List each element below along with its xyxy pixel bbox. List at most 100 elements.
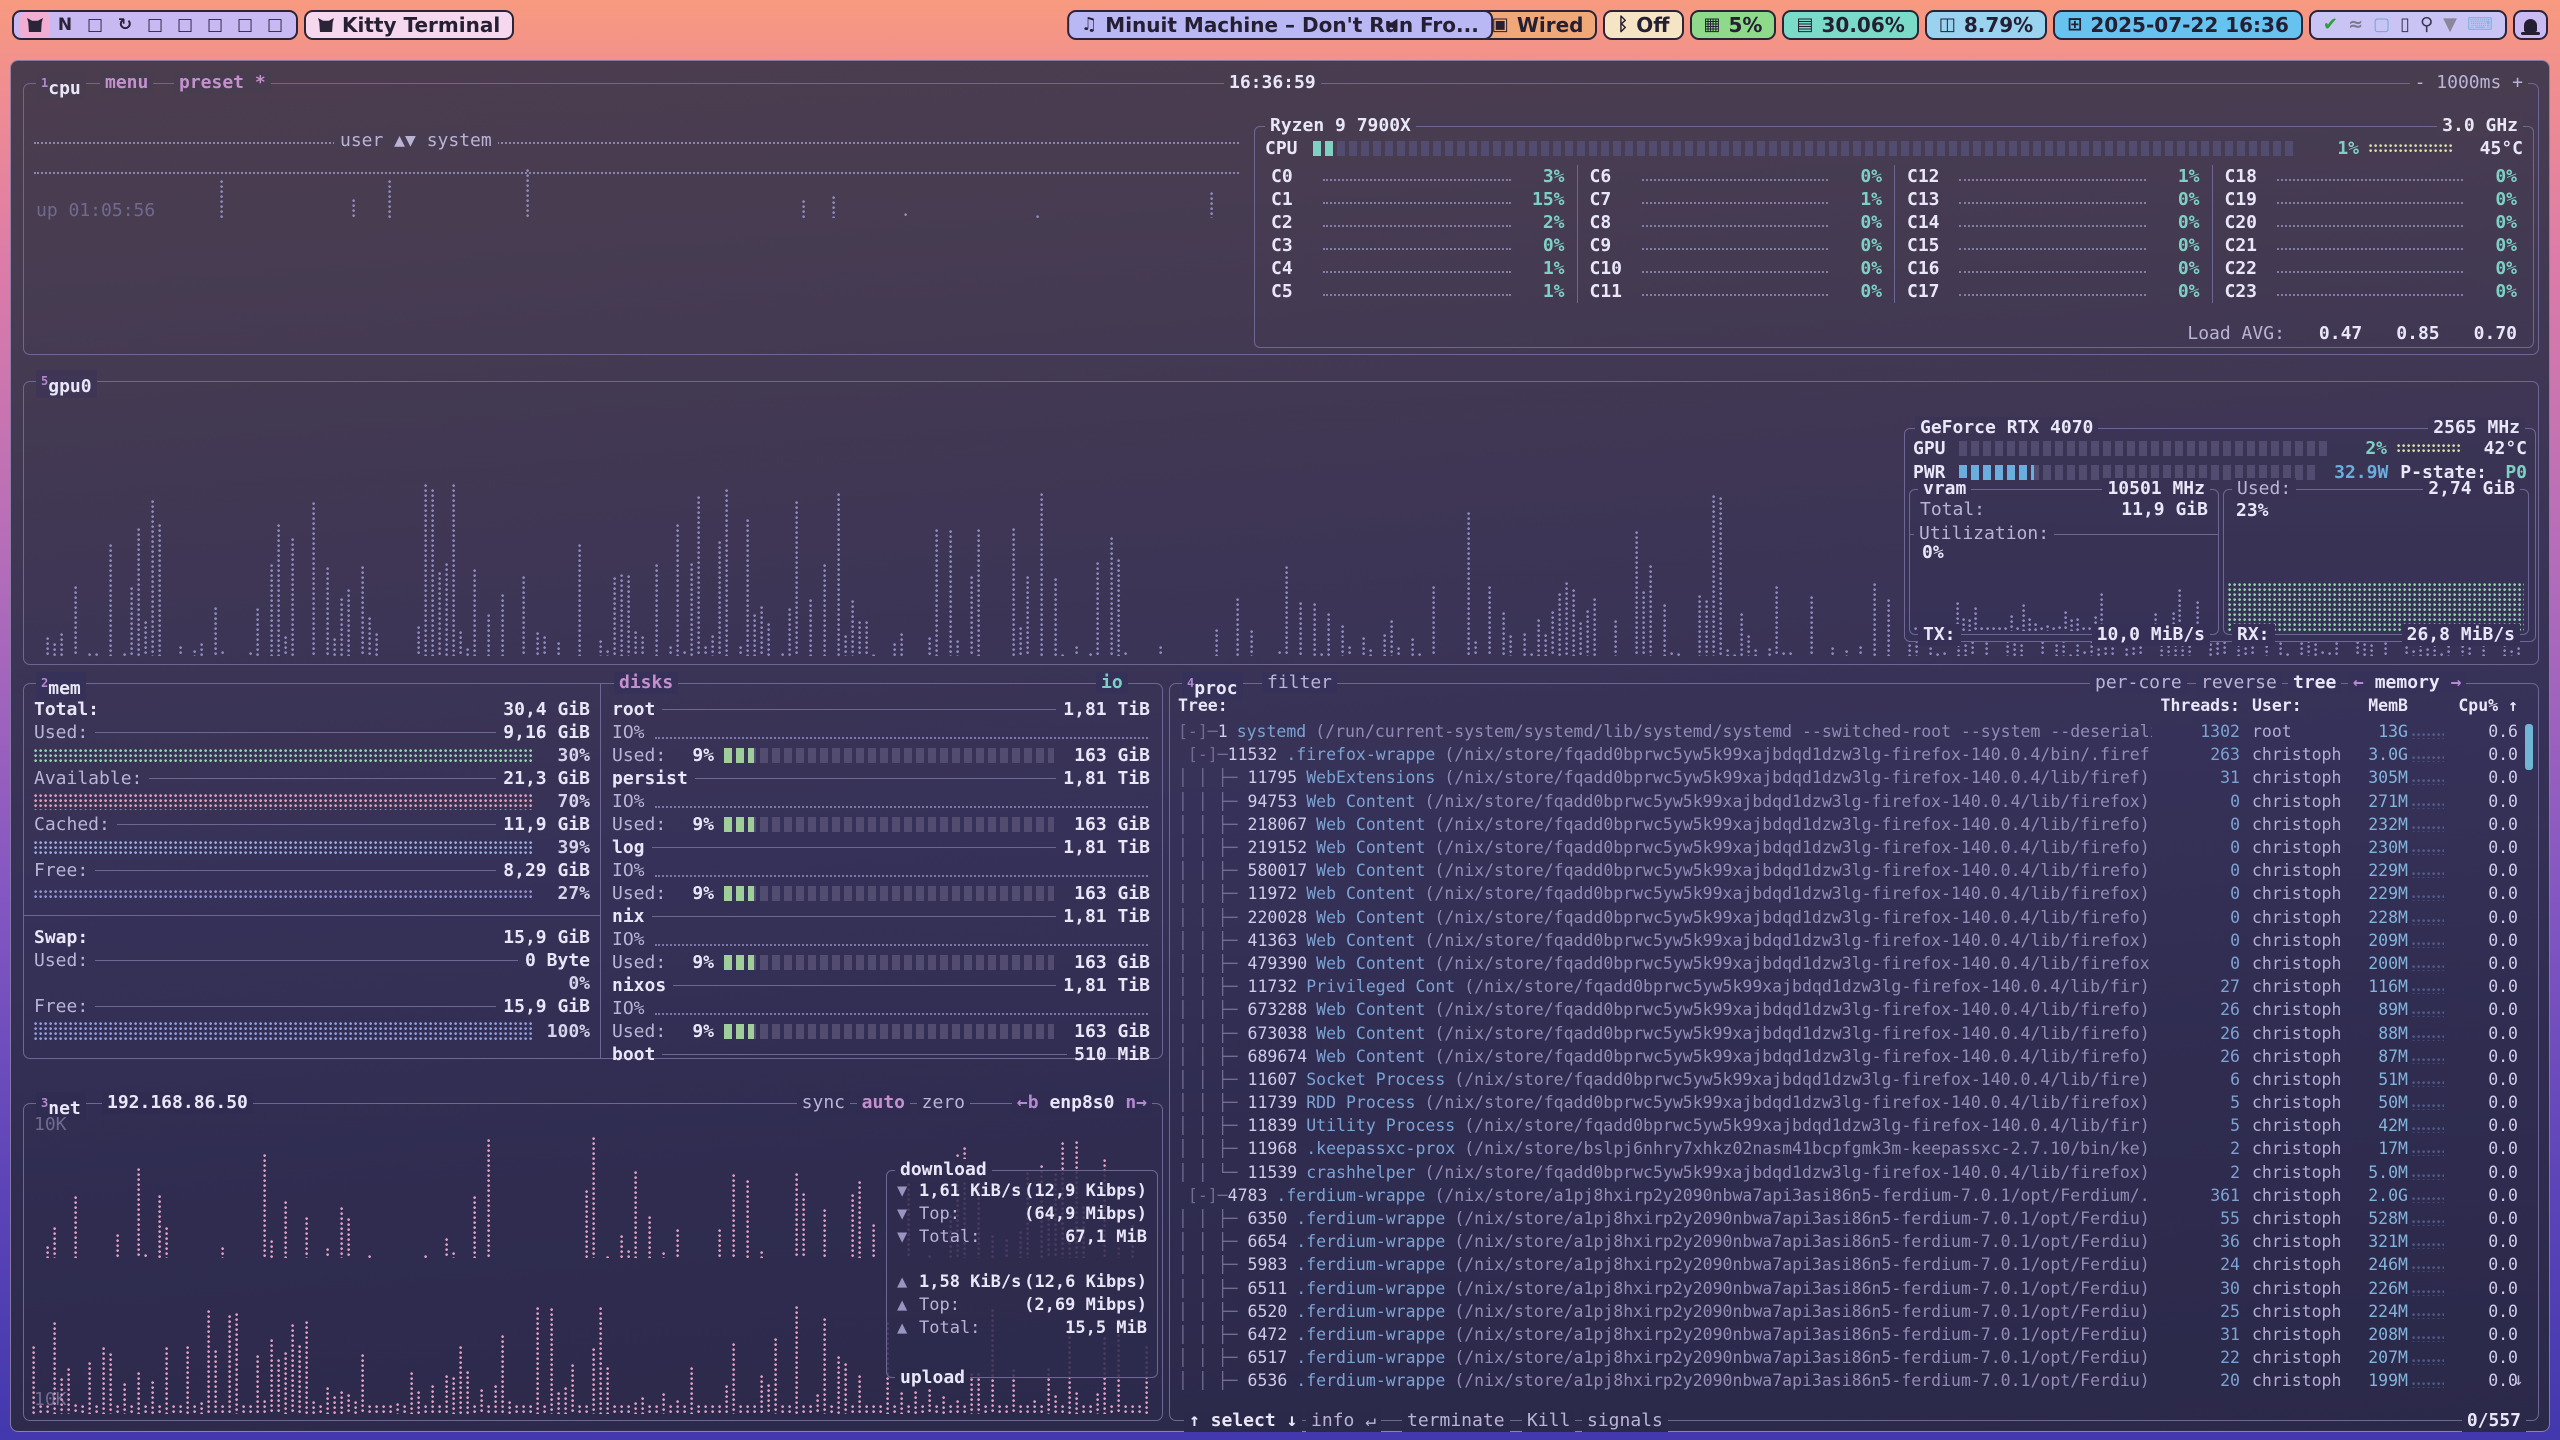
column-mem[interactable]: MemB [2352, 696, 2408, 715]
process-row[interactable]: │ │ ├─ 11972Web Content(/nix/store/fqadd… [1178, 882, 2518, 905]
process-row[interactable]: │ │ ├─ 479390Web Content(/nix/store/fqad… [1178, 952, 2518, 975]
filter-button[interactable]: filter [1262, 672, 1337, 694]
per-core-toggle[interactable]: per-core [2090, 672, 2187, 694]
scroll-down-indicator[interactable]: ↓ [2513, 1369, 2524, 1390]
vram-total: 11,9 GiB [2121, 499, 2208, 520]
proc-scrollbar-thumb[interactable] [2525, 724, 2533, 770]
process-row[interactable]: │ │ ├─ 6654.ferdium-wrappe(/nix/store/a1… [1178, 1230, 2518, 1253]
process-row[interactable]: │ │ ├─ 6517.ferdium-wrappe(/nix/store/a1… [1178, 1346, 2518, 1369]
memory-widget[interactable]: ▤ 30.06% [1782, 10, 1918, 40]
tree-toggle[interactable]: tree [2288, 672, 2341, 694]
keyboard-icon[interactable]: ⌨ [2467, 16, 2493, 34]
mem-mini-graph [2408, 1234, 2448, 1249]
process-row[interactable]: [-]─4783.ferdium-wrappe(/nix/store/a1pj8… [1178, 1184, 2518, 1207]
workspace-button-6[interactable]: □ [170, 12, 200, 38]
core-usage-graph [1959, 179, 2146, 181]
mem-free-graph [34, 890, 532, 898]
network-value: Wired [1517, 13, 1584, 37]
triangle-icon[interactable]: ▼ [2443, 16, 2457, 34]
key-icon[interactable]: ⚲ [2420, 16, 2433, 34]
process-row[interactable]: │ │ ├─ 11607Socket Process(/nix/store/fq… [1178, 1068, 2518, 1091]
update-interval-control[interactable]: - 1000ms + [2410, 72, 2528, 94]
process-row[interactable]: │ │ ├─ 673038Web Content(/nix/store/fqad… [1178, 1021, 2518, 1044]
phone-icon[interactable]: ▯ [2400, 16, 2410, 34]
process-row[interactable]: │ │ ├─ 6536.ferdium-wrappe(/nix/store/a1… [1178, 1369, 2518, 1392]
sort-next-button[interactable]: → [2451, 672, 2462, 693]
process-row[interactable]: [-]─11532.firefox-wrappe(/nix/store/fqad… [1178, 743, 2518, 766]
select-control[interactable]: ↑ select ↓ [1184, 1410, 1302, 1432]
wave-icon[interactable]: ≈ [2348, 16, 2363, 34]
kill-button[interactable]: Kill [1522, 1410, 1575, 1432]
gpu-model-label: GeForce RTX 4070 [1915, 417, 2098, 439]
process-row[interactable]: │ │ ├─ 11732Privileged Cont(/nix/store/f… [1178, 975, 2518, 998]
net-zero-button[interactable]: zero [917, 1092, 970, 1114]
mem-mini-graph [2408, 1072, 2448, 1087]
cpu-widget[interactable]: ▦ 5% [1690, 10, 1777, 40]
check-icon[interactable]: ✔ [2323, 16, 2338, 34]
workspace-button-9[interactable]: □ [260, 12, 290, 38]
download-title: download [895, 1159, 992, 1181]
workspace-button-refresh[interactable]: ↻ [110, 12, 140, 38]
process-row[interactable]: │ │ ├─ 6511.ferdium-wrappe(/nix/store/a1… [1178, 1277, 2518, 1300]
disks-title[interactable]: disks [614, 672, 678, 694]
mem-panel: 2mem Total:30,4 GiB Used:9,16 GiB 30% Av… [23, 683, 1163, 1059]
core-usage-row: C16 0% [1894, 257, 2212, 280]
workspace-button-3[interactable]: □ [80, 12, 110, 38]
process-row[interactable]: │ │ ├─ 94753Web Content(/nix/store/fqadd… [1178, 790, 2518, 813]
square-app-icon[interactable]: ▢ [2373, 16, 2390, 34]
workspace-button-8[interactable]: □ [230, 12, 260, 38]
process-row[interactable]: │ │ ├─ 689674Web Content(/nix/store/fqad… [1178, 1045, 2518, 1068]
net-auto-button[interactable]: auto [857, 1092, 910, 1114]
disk-widget[interactable]: ◫ 8.79% [1925, 10, 2047, 40]
process-row[interactable]: │ │ ├─ 41363Web Content(/nix/store/fqadd… [1178, 929, 2518, 952]
gpu-usage-pct: 2% [2331, 438, 2387, 459]
media-player-widget[interactable]: ♫ Minuit Machine – Don't Run Fro... [1067, 10, 1493, 40]
column-tree[interactable]: Tree: [1178, 696, 2152, 715]
process-row[interactable]: │ │ └─ 11539crashhelper(/nix/store/fqadd… [1178, 1161, 2518, 1184]
process-row[interactable]: │ │ ├─ 6350.ferdium-wrappe(/nix/store/a1… [1178, 1207, 2518, 1230]
disks-io-button[interactable]: io [1096, 672, 1128, 694]
process-row[interactable]: │ │ ├─ 5983.ferdium-wrappe(/nix/store/a1… [1178, 1253, 2518, 1276]
process-row[interactable]: │ │ ├─ 219152Web Content(/nix/store/fqad… [1178, 836, 2518, 859]
terminate-button[interactable]: terminate [1402, 1410, 1510, 1432]
reverse-toggle[interactable]: reverse [2196, 672, 2282, 694]
process-row[interactable]: [-]─1systemd(/run/current-system/systemd… [1178, 720, 2518, 743]
preset-button[interactable]: preset * [174, 72, 271, 94]
next-interface-button[interactable]: n→ [1125, 1092, 1147, 1113]
net-interface-selector[interactable]: ←b enp8s0 n→ [1012, 1092, 1152, 1114]
net-sync-button[interactable]: sync [797, 1092, 850, 1114]
clock-widget[interactable]: ⊞ 2025-07-22 16:36 [2053, 10, 2303, 40]
vram-freq: 10501 MHz [2102, 478, 2210, 500]
column-threads[interactable]: Threads: [2152, 696, 2240, 715]
process-row[interactable]: │ │ ├─ 11739RDD Process(/nix/store/fqadd… [1178, 1091, 2518, 1114]
prev-interface-button[interactable]: ←b [1017, 1092, 1039, 1113]
column-user[interactable]: User: [2240, 696, 2352, 715]
core-usage-row: C10 0% [1577, 257, 1895, 280]
process-row[interactable]: │ │ ├─ 6472.ferdium-wrappe(/nix/store/a1… [1178, 1323, 2518, 1346]
workspace-button-7[interactable]: □ [200, 12, 230, 38]
process-row[interactable]: │ │ ├─ 11968.keepassxc-prox(/nix/store/b… [1178, 1137, 2518, 1160]
notification-widget[interactable] [2513, 10, 2548, 40]
process-row[interactable]: │ │ ├─ 220028Web Content(/nix/store/fqad… [1178, 906, 2518, 929]
workspace-button-5[interactable]: □ [140, 12, 170, 38]
process-row[interactable]: │ │ ├─ 580017Web Content(/nix/store/fqad… [1178, 859, 2518, 882]
process-row[interactable]: │ │ ├─ 218067Web Content(/nix/store/fqad… [1178, 813, 2518, 836]
process-row[interactable]: │ │ ├─ 6520.ferdium-wrappe(/nix/store/a1… [1178, 1300, 2518, 1323]
workspace-button-neovim[interactable]: N [50, 12, 80, 38]
sort-prev-button[interactable]: ← [2353, 672, 2364, 693]
download-top-row: ▼Top:(64,9 Mibps) [889, 1202, 1155, 1225]
network-widget[interactable]: ▣ Wired [1478, 10, 1598, 40]
bluetooth-widget[interactable]: ᛒ Off [1603, 10, 1683, 40]
process-list: [-]─1systemd(/run/current-system/systemd… [1178, 720, 2518, 1392]
signals-button[interactable]: signals [1582, 1410, 1668, 1432]
process-row[interactable]: │ │ ├─ 11839Utility Process(/nix/store/f… [1178, 1114, 2518, 1137]
column-cpu[interactable]: Cpu% ↑ [2448, 696, 2518, 715]
cpu-temp-graph [2369, 144, 2453, 153]
process-row[interactable]: │ │ ├─ 11795WebExtensions(/nix/store/fqa… [1178, 766, 2518, 789]
process-row[interactable]: │ │ ├─ 673288Web Content(/nix/store/fqad… [1178, 998, 2518, 1021]
info-button[interactable]: info ↵ [1306, 1410, 1381, 1432]
menu-button[interactable]: menu [100, 72, 153, 94]
active-window-title[interactable]: Kitty Terminal [304, 10, 514, 40]
sort-selector[interactable]: ← memory → [2348, 672, 2466, 694]
workspace-button-cat[interactable] [20, 12, 50, 38]
